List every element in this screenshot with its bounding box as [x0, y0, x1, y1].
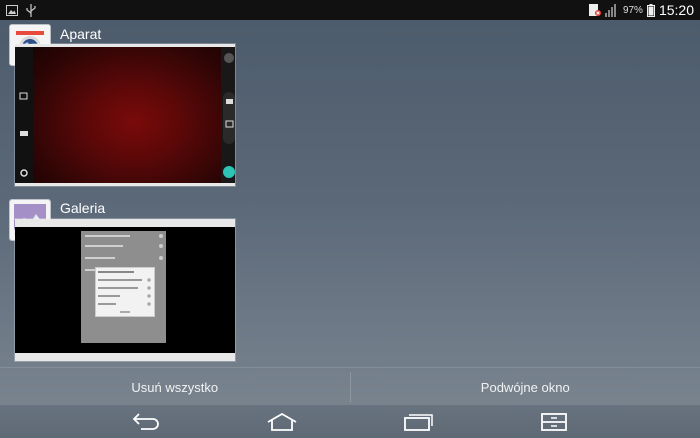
usb-icon [26, 3, 36, 17]
sim-error-icon [588, 3, 601, 17]
battery-icon [646, 3, 655, 17]
thumbnail-top-edge [15, 219, 235, 227]
clear-all-button[interactable]: Usuń wszystko [0, 368, 350, 406]
app-title-aparat: Aparat [60, 26, 102, 42]
app-thumbnail-galeria[interactable] [15, 219, 235, 361]
signal-icon [604, 3, 619, 17]
thumbnail-top-edge [15, 44, 235, 47]
back-icon[interactable] [124, 409, 168, 435]
dual-window-icon[interactable] [532, 409, 576, 435]
thumbnail-bottom-edge [15, 353, 235, 361]
thumbnail-bottom-edge [15, 183, 235, 186]
navigation-bar [0, 405, 700, 438]
battery-percent: 97% [622, 4, 643, 16]
gallery-popup-preview [95, 267, 155, 317]
recents-action-bar: Usuń wszystko Podwójne okno [0, 367, 700, 406]
recent-apps-icon[interactable] [396, 409, 440, 435]
app-title-galeria: Galeria [60, 200, 106, 216]
app-thumbnail-aparat[interactable] [15, 44, 235, 186]
camera-right-toolbar [221, 44, 235, 186]
camera-preview [33, 44, 235, 186]
dual-window-button[interactable]: Podwójne okno [351, 368, 700, 406]
clock: 15:20 [658, 2, 694, 18]
image-icon [6, 4, 18, 16]
home-icon[interactable] [260, 409, 304, 435]
camera-left-toolbar [15, 44, 33, 186]
status-bar: 97% 15:20 [0, 0, 700, 20]
